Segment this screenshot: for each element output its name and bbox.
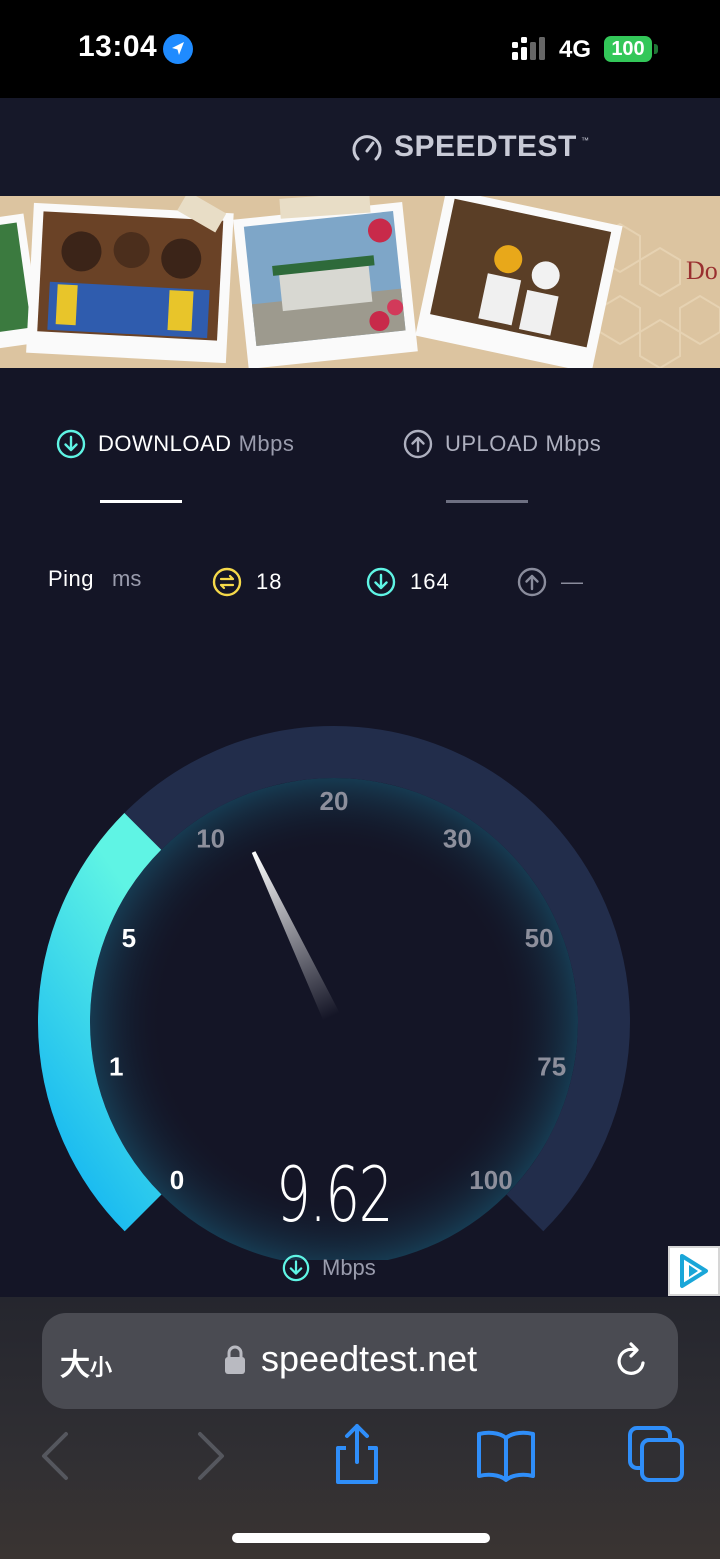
gauge-tick-label: 75 (537, 1051, 566, 1081)
battery-tip (654, 44, 658, 54)
ad-banner[interactable]: Do (0, 196, 720, 368)
gauge-tick-label: 1 (109, 1051, 123, 1081)
tab-download-underline (100, 500, 182, 503)
gauge-tick-label: 5 (122, 923, 136, 953)
tab-upload-unit: Mbps (545, 431, 602, 456)
battery-icon: 100 (604, 36, 652, 62)
forward-icon[interactable] (176, 1420, 246, 1490)
tabs-icon[interactable] (622, 1420, 692, 1490)
ping-icon (212, 567, 242, 597)
gauge-tick-label: 50 (525, 923, 554, 953)
tab-upload[interactable]: UPLOAD Mbps (403, 428, 601, 460)
ping-unit: ms (112, 566, 142, 591)
speed-unit-label: Mbps (322, 1255, 376, 1280)
tab-download[interactable]: DOWNLOAD Mbps (56, 428, 294, 460)
text-size-button[interactable]: 大小 (60, 1340, 112, 1384)
home-indicator (232, 1533, 490, 1543)
trademark-mark: ™ (581, 136, 589, 145)
gauge-tick-label: 20 (320, 786, 349, 816)
download-arrow-icon (282, 1254, 310, 1282)
download-arrow-icon (366, 567, 396, 597)
ping-label: Ping (48, 566, 95, 591)
speed-unit: Mbps (282, 1253, 376, 1283)
url-text[interactable]: speedtest.net (261, 1338, 477, 1380)
upload-metric: — (517, 566, 584, 598)
download-value: 164 (410, 569, 450, 594)
tab-upload-label: UPLOAD (445, 431, 539, 456)
ping-metric: 18 (212, 566, 282, 598)
bookmarks-icon[interactable] (471, 1420, 541, 1490)
tab-download-label: DOWNLOAD (98, 431, 232, 456)
back-icon[interactable] (20, 1420, 90, 1490)
network-type: 4G (559, 36, 592, 63)
location-arrow-icon (163, 34, 193, 64)
gauge-tick-label: 10 (196, 823, 225, 853)
text-size-big: 大 (60, 1348, 90, 1383)
upload-arrow-icon (517, 567, 547, 597)
signal-bars-icon (512, 37, 545, 60)
download-metric: 164 (366, 566, 450, 598)
lock-icon (225, 1345, 245, 1374)
gauge-tick-label: 30 (443, 823, 472, 853)
adchoices-icon (680, 1254, 708, 1288)
adchoices-button[interactable] (668, 1246, 720, 1296)
brand-logo-text[interactable]: SPEEDTEST (394, 130, 577, 164)
download-arrow-icon (56, 429, 86, 459)
text-size-small: 小 (90, 1356, 113, 1381)
speedometer-icon[interactable] (350, 132, 384, 166)
ad-banner-image (0, 196, 720, 368)
status-bar: 13:04 4G 100 (0, 0, 720, 98)
speed-readout: 9.62 (275, 1150, 394, 1239)
share-icon[interactable] (322, 1420, 392, 1490)
upload-arrow-icon (403, 429, 433, 459)
tab-download-unit: Mbps (238, 431, 295, 456)
reload-icon[interactable] (610, 1340, 652, 1382)
tab-upload-underline (446, 500, 528, 503)
ad-text-fragment: Do (686, 256, 718, 285)
upload-value: — (561, 569, 584, 594)
ping-value: 18 (256, 569, 283, 594)
status-time: 13:04 (78, 30, 158, 63)
